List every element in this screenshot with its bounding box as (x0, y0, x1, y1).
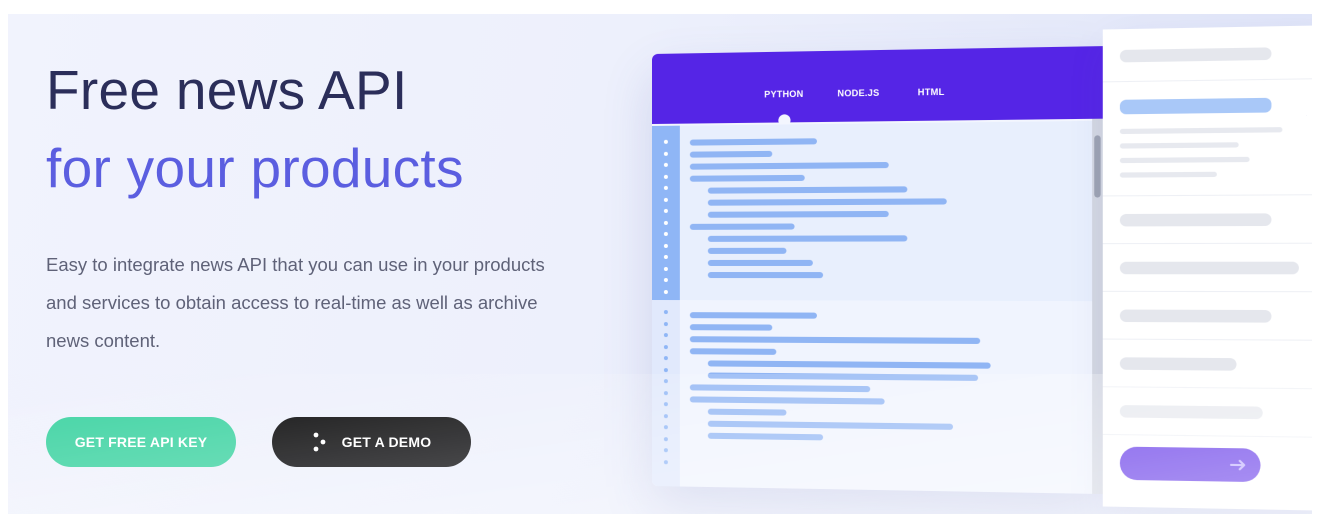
side-row-active (1102, 77, 1312, 197)
code-line (707, 235, 908, 242)
side-placeholder-bar (1119, 47, 1272, 63)
side-row (1102, 25, 1312, 83)
gutter-dot (663, 139, 668, 144)
gutter-dot (663, 220, 668, 225)
get-a-demo-label: GET A DEMO (341, 434, 432, 450)
code-line (689, 223, 795, 230)
tab-python[interactable]: PYTHON (764, 89, 803, 100)
dots-icon (313, 432, 326, 452)
gutter-dot (663, 185, 668, 190)
gutter-dot (663, 425, 668, 430)
get-free-api-key-button[interactable]: GET FREE API KEY (46, 417, 236, 467)
gutter-dot (663, 333, 668, 338)
code-line (689, 312, 817, 319)
gutter-dot (663, 459, 668, 464)
hero-section: Free news API for your products Easy to … (8, 14, 1312, 514)
tab-nodejs[interactable]: NODE.JS (837, 88, 879, 99)
gutter-dot (663, 151, 668, 156)
side-placeholder-bar (1119, 213, 1272, 227)
code-line (689, 348, 777, 355)
code-line (707, 247, 787, 254)
get-a-demo-button[interactable]: GET A DEMO (272, 417, 471, 467)
gutter-dot (663, 321, 668, 326)
gutter-dot (663, 402, 668, 407)
side-placeholder-bar (1119, 309, 1272, 323)
arrow-right-icon (1230, 459, 1247, 472)
side-row (1102, 242, 1312, 293)
hero-title-line2: for your products (46, 137, 464, 199)
side-text-line (1119, 142, 1239, 149)
side-row (1102, 290, 1312, 341)
code-line (689, 150, 773, 158)
response-side-panel (1102, 25, 1312, 511)
code-line (689, 324, 773, 331)
code-line (707, 272, 824, 279)
gutter-dot (663, 413, 668, 418)
gutter-dot (663, 344, 668, 349)
gutter-dot (663, 197, 668, 202)
code-line (689, 138, 817, 146)
side-highlight-bar (1119, 97, 1272, 115)
gutter-dot (663, 356, 668, 361)
gutter-dot (663, 243, 668, 248)
get-free-api-key-label: GET FREE API KEY (74, 434, 208, 450)
tab-html[interactable]: HTML (918, 87, 945, 98)
gutter-dot (663, 231, 668, 236)
gutter-dot (663, 278, 668, 283)
gutter-dot (663, 367, 668, 372)
side-placeholder-bar (1119, 357, 1237, 371)
code-panel: PYTHON NODE.JS HTML (652, 46, 1103, 495)
gutter-dot (663, 379, 668, 384)
code-line (707, 198, 947, 206)
gutter-dot (663, 390, 668, 395)
code-line (707, 186, 908, 194)
code-line (707, 408, 787, 416)
gutter-dot (663, 254, 668, 259)
gutter-dot (663, 162, 668, 167)
side-placeholder-bar (1119, 261, 1299, 275)
side-text-line (1119, 171, 1217, 178)
gutter-dot (663, 174, 668, 179)
gutter-dot (663, 289, 668, 294)
side-text-line (1119, 127, 1283, 135)
hero-title-line1: Free news API (46, 59, 408, 121)
side-row (1102, 194, 1312, 245)
gutter-dot (663, 310, 668, 315)
gutter-dot (663, 436, 668, 441)
hero-description: Easy to integrate news API that you can … (46, 254, 545, 351)
side-text-line (1119, 156, 1250, 164)
language-tab-bar: PYTHON NODE.JS HTML (652, 46, 1103, 127)
side-row (1102, 386, 1312, 438)
code-line (707, 259, 813, 266)
side-submit-button[interactable] (1119, 446, 1261, 483)
gutter-dot (663, 266, 668, 271)
side-placeholder-bar (1119, 405, 1263, 420)
code-line (707, 210, 889, 218)
code-window-illustration: PYTHON NODE.JS HTML (652, 25, 1312, 511)
code-scrollbar-thumb[interactable] (1094, 135, 1101, 198)
gutter-dot (663, 448, 668, 453)
gutter-dot (663, 208, 668, 213)
code-line (689, 174, 805, 182)
side-row (1102, 338, 1312, 390)
